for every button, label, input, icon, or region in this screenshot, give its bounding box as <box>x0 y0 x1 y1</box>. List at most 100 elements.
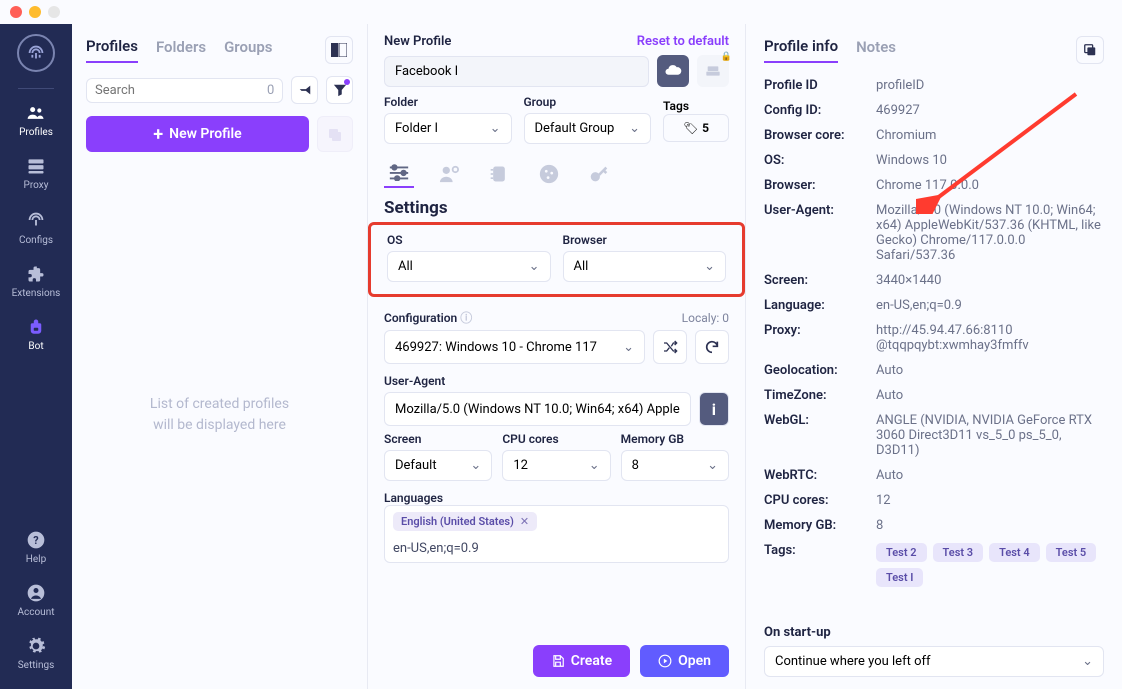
info-value: Windows 10 <box>876 153 1104 168</box>
sidebar-item-account[interactable]: Account <box>17 583 54 618</box>
config-local-hint: Localy: 0 <box>682 311 729 325</box>
info-key: Browser: <box>764 178 876 193</box>
ua-info-btn[interactable]: i <box>699 392 729 426</box>
user-agent-input[interactable] <box>384 392 691 426</box>
settings-tab-icon[interactable] <box>384 160 414 188</box>
profile-info-panel: Profile info Notes Profile IDprofileIDCo… <box>746 24 1122 689</box>
mem-select[interactable]: 8⌄ <box>621 450 729 481</box>
info-key: TimeZone: <box>764 388 876 403</box>
info-icon: ⓘ <box>460 311 472 325</box>
tab-profile-info[interactable]: Profile info <box>764 37 838 63</box>
cpu-select[interactable]: 12⌄ <box>502 450 610 481</box>
info-key: Language: <box>764 298 876 313</box>
language-raw: en-US,en;q=0.9 <box>393 541 720 556</box>
refresh-btn[interactable] <box>695 330 729 364</box>
profile-name-input[interactable] <box>384 56 649 87</box>
info-key: WebGL: <box>764 413 876 458</box>
chevron-down-icon: ⌄ <box>629 121 640 136</box>
info-value: profileID <box>876 78 1104 93</box>
sidebar-item-extensions[interactable]: Extensions <box>12 264 61 299</box>
sort-btn[interactable] <box>291 76 318 104</box>
browser-select[interactable]: All⌄ <box>563 251 727 282</box>
info-row: TimeZone:Auto <box>764 388 1104 403</box>
new-profile-btn[interactable]: + New Profile <box>86 116 309 152</box>
config-panel: New Profile Reset to default 🔒 Folder Fo… <box>368 24 746 689</box>
lock-icon: 🔒 <box>721 52 732 62</box>
config-select[interactable]: 469927: Windows 10 - Chrome 117⌄ <box>384 330 645 364</box>
tag-pill: Test I <box>876 568 923 587</box>
info-row: WebGL:ANGLE (NVIDIA, NVIDIA GeForce RTX … <box>764 413 1104 458</box>
tab-groups[interactable]: Groups <box>224 38 272 62</box>
config-tabbar <box>384 160 729 188</box>
save-icon <box>551 654 565 668</box>
chevron-down-icon: ⌄ <box>704 259 715 274</box>
search-input[interactable] <box>95 83 261 98</box>
filter-btn[interactable] <box>326 76 353 104</box>
create-btn[interactable]: Create <box>533 645 630 677</box>
plus-icon: + <box>153 124 163 145</box>
sidebar-item-configs[interactable]: Configs <box>19 209 53 246</box>
info-value: Chrome 117.0.0.0 <box>876 178 1104 193</box>
search-input-wrapper[interactable]: 0 <box>86 78 283 103</box>
tag-pill: Test 2 <box>876 543 927 562</box>
sidebar-item-help[interactable]: ? Help <box>26 530 46 565</box>
info-key: User-Agent: <box>764 203 876 263</box>
group-select[interactable]: Default Group⌄ <box>524 113 652 144</box>
tags-label: Tags <box>663 99 689 113</box>
tag-icon: 🏷 <box>683 121 698 135</box>
info-key: Browser core: <box>764 128 876 143</box>
screen-select[interactable]: Default⌄ <box>384 450 492 481</box>
cookies-tab-icon[interactable] <box>534 160 564 188</box>
tags-btn[interactable]: 🏷 5 <box>663 114 729 142</box>
tab-notes[interactable]: Notes <box>856 38 896 62</box>
sidebar-item-bot[interactable]: Bot <box>27 317 45 352</box>
os-select[interactable]: All⌄ <box>387 251 551 282</box>
info-key: Proxy: <box>764 323 876 353</box>
open-btn[interactable]: Open <box>640 645 729 677</box>
info-value: 8 <box>876 518 1104 533</box>
info-row-tags: Tags:Test 2Test 3Test 4Test 5Test I <box>764 543 1104 587</box>
info-row: Config ID:469927 <box>764 103 1104 118</box>
key-tab-icon[interactable] <box>584 160 614 188</box>
info-row: Proxy:http://45.94.47.66:8110 @tqqpqybt:… <box>764 323 1104 353</box>
chevron-down-icon: ⌄ <box>623 340 634 355</box>
profiles-count: 0 <box>267 83 274 98</box>
info-key: WebRTC: <box>764 468 876 483</box>
reset-default[interactable]: Reset to default <box>637 34 729 49</box>
info-value: 469927 <box>876 103 1104 118</box>
window-max-dot[interactable] <box>48 6 60 18</box>
window-min-dot[interactable] <box>29 6 41 18</box>
remove-chip-icon[interactable]: ✕ <box>520 515 529 528</box>
window-close-dot[interactable] <box>10 6 22 18</box>
chevron-down-icon: ⌄ <box>490 121 501 136</box>
copy-info-btn[interactable] <box>1076 36 1104 64</box>
cloud-btn[interactable] <box>657 55 689 87</box>
identity-tab-icon[interactable] <box>434 160 464 188</box>
sidebar-item-profiles[interactable]: Profiles <box>19 103 53 138</box>
info-key: Screen: <box>764 273 876 288</box>
sidebar-item-proxy[interactable]: Proxy <box>24 156 49 191</box>
info-key: CPU cores: <box>764 493 876 508</box>
info-icon: i <box>712 400 716 419</box>
play-icon <box>658 654 672 668</box>
tab-profiles[interactable]: Profiles <box>86 37 138 63</box>
startup-select[interactable]: Continue where you left off⌄ <box>764 646 1104 677</box>
local-btn[interactable]: 🔒 <box>697 55 729 87</box>
sidebar-item-settings[interactable]: Settings <box>18 636 55 671</box>
language-chip[interactable]: English (United States)✕ <box>393 512 537 531</box>
info-key: Config ID: <box>764 103 876 118</box>
info-key: Memory GB: <box>764 518 876 533</box>
info-key: Profile ID <box>764 78 876 93</box>
languages-box[interactable]: English (United States)✕ en-US,en;q=0.9 <box>384 505 729 563</box>
folder-select[interactable]: Folder I⌄ <box>384 113 512 144</box>
info-value: Auto <box>876 388 1104 403</box>
empty-profiles-hint: List of created profiles will be display… <box>86 152 353 677</box>
info-value: ANGLE (NVIDIA, NVIDIA GeForce RTX 3060 D… <box>876 413 1104 458</box>
info-row: User-Agent:Mozilla/5.0 (Windows NT 10.0;… <box>764 203 1104 263</box>
shuffle-btn[interactable] <box>653 330 687 364</box>
hardware-tab-icon[interactable] <box>484 160 514 188</box>
tab-folders[interactable]: Folders <box>156 38 206 62</box>
layout-toggle[interactable] <box>325 36 353 64</box>
info-value: http://45.94.47.66:8110 @tqqpqybt:xwmhay… <box>876 323 1104 353</box>
os-browser-highlight: OS All⌄ Browser All⌄ <box>368 222 745 297</box>
